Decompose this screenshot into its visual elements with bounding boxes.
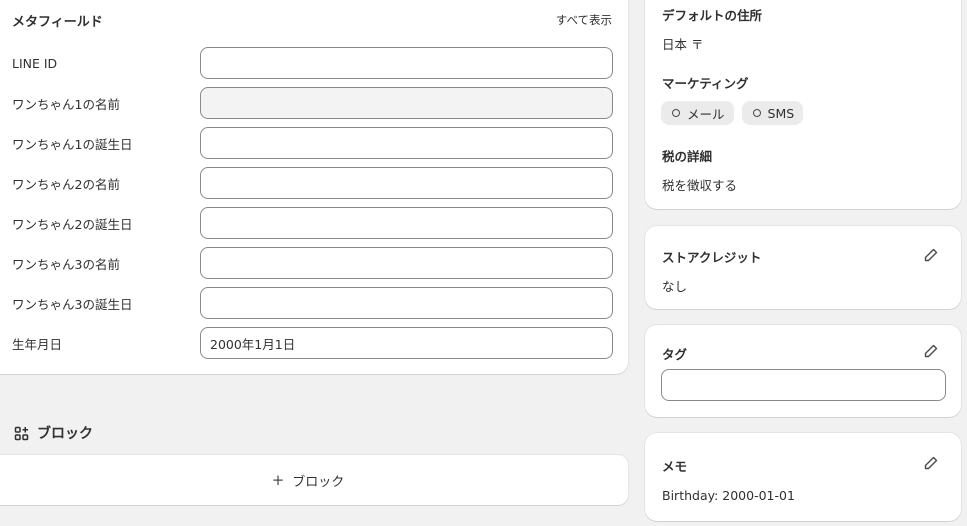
dog3-name-input[interactable] [200,247,613,279]
metafield-row-dog3-birthday: ワンちゃん3の誕生日 [12,287,614,319]
tags-title: タグ [662,347,688,362]
metafield-row-line-id: LINE ID [12,47,614,79]
chip-label: SMS [767,105,795,121]
marketing-chip-email[interactable]: メール [661,101,734,125]
dog3-birthday-input[interactable] [200,287,613,319]
metafields-title: メタフィールド [12,14,103,30]
birthdate-input[interactable] [200,327,613,359]
tax-title: 税の詳細 [662,149,713,164]
pencil-icon[interactable] [923,455,939,471]
circle-outline-icon [752,109,761,117]
customer-details-card: デフォルトの住所 日本 〒 マーケティング メール SMS 税の詳細 税を徴収す… [645,0,961,209]
metafield-row-dog3-name: ワンちゃん3の名前 [12,247,614,279]
metafield-label: ワンちゃん1の名前 [12,96,120,112]
metafield-row-birthdate: 生年月日 [12,327,614,359]
blocks-heading: ブロック [14,423,93,443]
metafield-label: LINE ID [12,55,58,71]
store-credit-value: なし [662,279,688,294]
metafield-label: ワンちゃん2の誕生日 [12,216,133,232]
marketing-title: マーケティング [662,76,749,91]
metafield-label: ワンちゃん2の名前 [12,176,120,192]
metafield-label: ワンちゃん1の誕生日 [12,136,133,152]
memo-value: Birthday: 2000-01-01 [662,488,795,503]
plus-icon: + [271,471,285,489]
metafields-card: メタフィールド すべて表示 LINE ID ワンちゃん1の名前 ワンちゃん1の誕… [0,0,628,374]
add-block-button[interactable]: + ブロック [0,455,628,505]
dog2-name-input[interactable] [200,167,613,199]
default-address-value: 日本 〒 [662,37,704,52]
blocks-title: ブロック [37,426,93,442]
memo-title: メモ [662,459,688,474]
marketing-chip-sms[interactable]: SMS [741,101,804,125]
metafield-label: ワンちゃん3の名前 [12,256,120,272]
add-block-card: + ブロック [0,455,628,505]
marketing-chips: メール SMS [661,101,804,125]
tax-value: 税を徴収する [662,178,738,193]
metafield-row-dog1-name: ワンちゃん1の名前 [12,87,614,119]
pencil-icon[interactable] [923,247,939,263]
chip-label: メール [687,106,725,122]
metafields-header: メタフィールド すべて表示 [12,10,612,30]
default-address-title: デフォルトの住所 [662,8,763,23]
metafield-row-dog1-birthday: ワンちゃん1の誕生日 [12,127,614,159]
store-credit-card: ストアクレジット なし [645,226,961,309]
memo-card: メモ Birthday: 2000-01-01 [645,433,961,521]
show-all-link[interactable]: すべて表示 [556,12,612,28]
circle-outline-icon [672,109,680,117]
metafield-label: ワンちゃん3の誕生日 [12,296,133,312]
line-id-input[interactable] [200,47,613,79]
tags-input[interactable] [661,369,946,401]
store-credit-title: ストアクレジット [662,250,762,265]
tags-card: タグ [645,325,961,417]
customer-detail-page: メタフィールド すべて表示 LINE ID ワンちゃん1の名前 ワンちゃん1の誕… [0,0,967,526]
add-block-label: ブロック [292,474,345,490]
dog2-birthday-input[interactable] [200,207,613,239]
metafield-row-dog2-birthday: ワンちゃん2の誕生日 [12,207,614,239]
dog1-birthday-input[interactable] [200,127,613,159]
metafield-label: 生年月日 [12,336,63,352]
pencil-icon[interactable] [923,343,939,359]
metafield-row-dog2-name: ワンちゃん2の名前 [12,167,614,199]
dog1-name-input[interactable] [200,87,613,119]
blocks-icon [14,426,29,441]
